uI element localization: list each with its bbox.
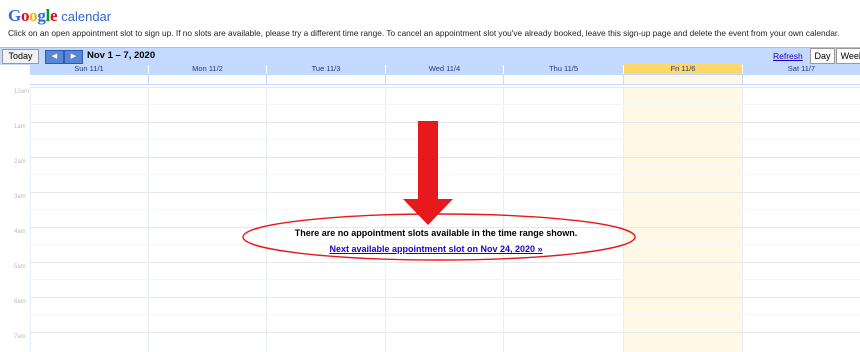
logo-product-text: calendar	[61, 9, 112, 24]
time-label: 6am	[14, 299, 26, 305]
instructions-text: Click on an open appointment slot to sig…	[8, 28, 840, 38]
all-day-cell[interactable]	[267, 75, 385, 84]
next-available-slot-link[interactable]: Next available appointment slot on Nov 2…	[329, 244, 542, 254]
time-label: 3am	[14, 194, 26, 200]
refresh-link[interactable]: Refresh	[773, 51, 803, 61]
time-label: 1am	[14, 124, 26, 130]
day-header: Sun 11/1	[30, 64, 148, 74]
column-divider	[148, 87, 149, 352]
view-tab-week[interactable]: Week	[836, 48, 860, 64]
half-hour-line	[30, 279, 860, 280]
half-hour-line	[30, 104, 860, 105]
time-label: 5am	[14, 264, 26, 270]
day-header: Tue 11/3	[267, 64, 385, 74]
time-label: 2am	[14, 159, 26, 165]
today-column	[624, 87, 742, 352]
hour-line	[30, 297, 860, 298]
all-day-cell[interactable]	[149, 75, 266, 84]
prev-week-button[interactable]: ◀	[45, 50, 64, 64]
time-label: 4am	[14, 229, 26, 235]
google-calendar-logo: Google calendar	[8, 6, 112, 25]
view-tab-day[interactable]: Day	[810, 48, 835, 64]
time-label: 12am	[14, 89, 30, 95]
no-slots-text: There are no appointment slots available…	[294, 228, 578, 238]
day-header: Thu 11/5	[504, 64, 623, 74]
time-label: 7am	[14, 334, 26, 340]
all-day-row	[30, 74, 860, 85]
day-header: Mon 11/2	[149, 64, 266, 74]
half-hour-line	[30, 314, 860, 315]
all-day-cell[interactable]	[743, 75, 860, 84]
day-header: Wed 11/4	[386, 64, 503, 74]
chevron-right-icon: ▶	[70, 53, 77, 60]
all-day-cell[interactable]	[30, 75, 148, 84]
hour-line	[30, 332, 860, 333]
calendar-toolbar: Today ◀ ▶ Nov 1 – 7, 2020 Refresh Day We…	[0, 47, 860, 65]
no-slots-message: There are no appointment slots available…	[240, 228, 632, 257]
all-day-cell[interactable]	[624, 75, 742, 84]
column-divider	[30, 87, 31, 352]
hour-line	[30, 87, 860, 88]
all-day-cell[interactable]	[504, 75, 623, 84]
date-range-label: Nov 1 – 7, 2020	[87, 50, 156, 61]
column-divider	[742, 87, 743, 352]
next-week-button[interactable]: ▶	[64, 50, 83, 64]
red-arrow-annotation	[403, 121, 453, 225]
logo-google-text: Google	[8, 6, 58, 25]
chevron-left-icon: ◀	[51, 53, 58, 60]
today-button[interactable]: Today	[2, 49, 39, 64]
day-header: Sat 11/7	[743, 64, 860, 74]
all-day-cell[interactable]	[386, 75, 503, 84]
day-header-today: Fri 11/6	[624, 64, 742, 74]
